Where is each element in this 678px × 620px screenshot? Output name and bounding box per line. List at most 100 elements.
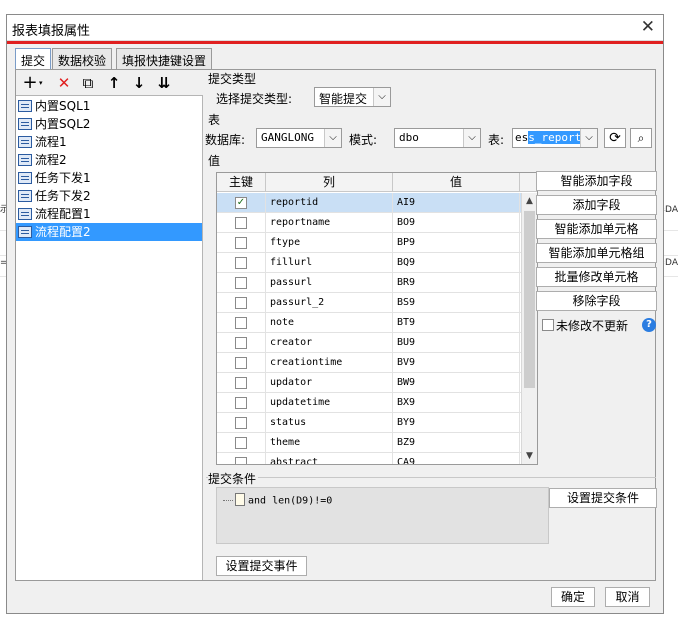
value-cell[interactable]: BQ9 <box>393 253 520 273</box>
primary-key-checkbox[interactable] <box>235 297 247 309</box>
tree-item[interactable]: 内置SQL2 <box>16 115 202 133</box>
value-cell[interactable]: BU9 <box>393 333 520 353</box>
column-cell[interactable]: reportname <box>266 213 393 233</box>
value-cell[interactable]: AI9 <box>393 193 520 213</box>
move-bottom-icon[interactable]: ⇊ <box>154 73 174 93</box>
value-cell[interactable]: BP9 <box>393 233 520 253</box>
column-cell[interactable]: updator <box>266 373 393 393</box>
scroll-up-icon[interactable]: ▲ <box>522 193 537 209</box>
column-cell[interactable]: status <box>266 413 393 433</box>
value-cell[interactable]: BT9 <box>393 313 520 333</box>
column-cell[interactable]: creationtime <box>266 353 393 373</box>
table-row[interactable]: note BT9 <box>217 313 521 333</box>
smart-add-cells-button[interactable]: 智能添加单元格 <box>536 219 657 239</box>
schema-select[interactable]: dbo ⌵ <box>394 128 481 148</box>
table-row[interactable]: ftype BP9 <box>217 233 521 253</box>
primary-key-checkbox[interactable] <box>235 417 247 429</box>
primary-key-checkbox[interactable] <box>235 377 247 389</box>
tree-item[interactable]: 内置SQL1 <box>16 97 202 115</box>
column-cell[interactable]: passurl <box>266 273 393 293</box>
submit-type-select[interactable]: 智能提交 ⌵ <box>314 87 391 107</box>
value-cell[interactable]: BY9 <box>393 413 520 433</box>
column-cell[interactable]: creator <box>266 333 393 353</box>
chevron-down-icon[interactable]: ⌵ <box>373 88 390 106</box>
primary-key-checkbox[interactable] <box>235 277 247 289</box>
tree-item[interactable]: 流程配置1 <box>16 205 202 223</box>
primary-key-checkbox[interactable] <box>235 217 247 229</box>
tree-item[interactable]: 任务下发2 <box>16 187 202 205</box>
remove-field-button[interactable]: 移除字段 <box>536 291 657 311</box>
table-row[interactable]: passurl_2 BS9 <box>217 293 521 313</box>
add-icon[interactable]: + <box>20 73 40 93</box>
value-cell[interactable]: BX9 <box>393 393 520 413</box>
copy-icon[interactable]: ⧉ <box>78 73 98 93</box>
set-submit-event-button[interactable]: 设置提交事件 <box>216 556 307 576</box>
table-row[interactable]: reportname BO9 <box>217 213 521 233</box>
tab-shortcut-settings[interactable]: 填报快捷键设置 <box>116 48 213 70</box>
submit-condition-tree[interactable]: and len(D9)!=0 <box>216 487 549 544</box>
table-row[interactable]: ✓ reportid AI9 <box>217 193 521 213</box>
scroll-thumb[interactable] <box>524 211 535 388</box>
column-cell[interactable]: note <box>266 313 393 333</box>
primary-key-checkbox[interactable] <box>235 317 247 329</box>
column-cell[interactable]: theme <box>266 433 393 453</box>
add-dropdown-chevron-icon[interactable]: ▾ <box>39 79 43 87</box>
primary-key-checkbox[interactable] <box>235 337 247 349</box>
table-select[interactable]: ess_report ⌵ <box>512 128 598 148</box>
close-icon[interactable]: ✕ <box>641 17 655 37</box>
table-row[interactable]: fillurl BQ9 <box>217 253 521 273</box>
primary-key-checkbox[interactable]: ✓ <box>235 197 247 209</box>
value-cell[interactable]: BZ9 <box>393 433 520 453</box>
condition-item[interactable]: and len(D9)!=0 <box>223 493 332 507</box>
primary-key-checkbox[interactable] <box>235 257 247 269</box>
primary-key-checkbox[interactable] <box>235 397 247 409</box>
primary-key-checkbox[interactable] <box>235 457 247 464</box>
value-cell[interactable]: BS9 <box>393 293 520 313</box>
primary-key-checkbox[interactable] <box>235 237 247 249</box>
table-row[interactable]: passurl BR9 <box>217 273 521 293</box>
table-row[interactable]: abstract CA9 <box>217 453 521 464</box>
value-cell[interactable]: BO9 <box>393 213 520 233</box>
no-update-if-unchanged-checkbox[interactable] <box>542 319 554 331</box>
value-cell[interactable]: BW9 <box>393 373 520 393</box>
move-up-icon[interactable]: ↑ <box>104 73 124 93</box>
table-row[interactable]: updator BW9 <box>217 373 521 393</box>
scroll-down-icon[interactable]: ▼ <box>522 448 537 464</box>
column-cell[interactable]: abstract <box>266 453 393 464</box>
smart-add-fields-button[interactable]: 智能添加字段 <box>536 171 657 191</box>
database-select[interactable]: GANGLONG ⌵ <box>256 128 342 148</box>
smart-add-cell-group-button[interactable]: 智能添加单元格组 <box>536 243 657 263</box>
tree-item-selected[interactable]: 流程配置2 <box>16 223 202 241</box>
table-scrollbar[interactable]: ▲ ▼ <box>521 193 537 464</box>
tree-item[interactable]: 任务下发1 <box>16 169 202 187</box>
value-cell[interactable]: CA9 <box>393 453 520 464</box>
tab-data-validation[interactable]: 数据校验 <box>52 48 113 70</box>
tree-item[interactable]: 流程1 <box>16 133 202 151</box>
set-submit-condition-button[interactable]: 设置提交条件 <box>549 488 657 508</box>
column-cell[interactable]: reportid <box>266 193 393 213</box>
ok-button[interactable]: 确定 <box>551 587 595 607</box>
value-cell[interactable]: BR9 <box>393 273 520 293</box>
cancel-button[interactable]: 取消 <box>605 587 650 607</box>
chevron-down-icon[interactable]: ⌵ <box>580 129 597 147</box>
table-row[interactable]: theme BZ9 <box>217 433 521 453</box>
preview-search-icon[interactable]: ⌕ <box>630 128 652 148</box>
column-cell[interactable]: ftype <box>266 233 393 253</box>
table-row[interactable]: updatetime BX9 <box>217 393 521 413</box>
column-cell[interactable]: fillurl <box>266 253 393 273</box>
delete-icon[interactable]: ✕ <box>54 73 74 93</box>
chevron-down-icon[interactable]: ⌵ <box>463 129 480 147</box>
refresh-icon[interactable]: ⟳ <box>604 128 626 148</box>
batch-edit-cells-button[interactable]: 批量修改单元格 <box>536 267 657 287</box>
value-cell[interactable]: BV9 <box>393 353 520 373</box>
primary-key-checkbox[interactable] <box>235 357 247 369</box>
primary-key-checkbox[interactable] <box>235 437 247 449</box>
column-cell[interactable]: passurl_2 <box>266 293 393 313</box>
tree-item[interactable]: 流程2 <box>16 151 202 169</box>
table-row[interactable]: creator BU9 <box>217 333 521 353</box>
table-row[interactable]: status BY9 <box>217 413 521 433</box>
column-cell[interactable]: updatetime <box>266 393 393 413</box>
move-down-icon[interactable]: ↓ <box>129 73 149 93</box>
add-field-button[interactable]: 添加字段 <box>536 195 657 215</box>
chevron-down-icon[interactable]: ⌵ <box>324 129 341 147</box>
